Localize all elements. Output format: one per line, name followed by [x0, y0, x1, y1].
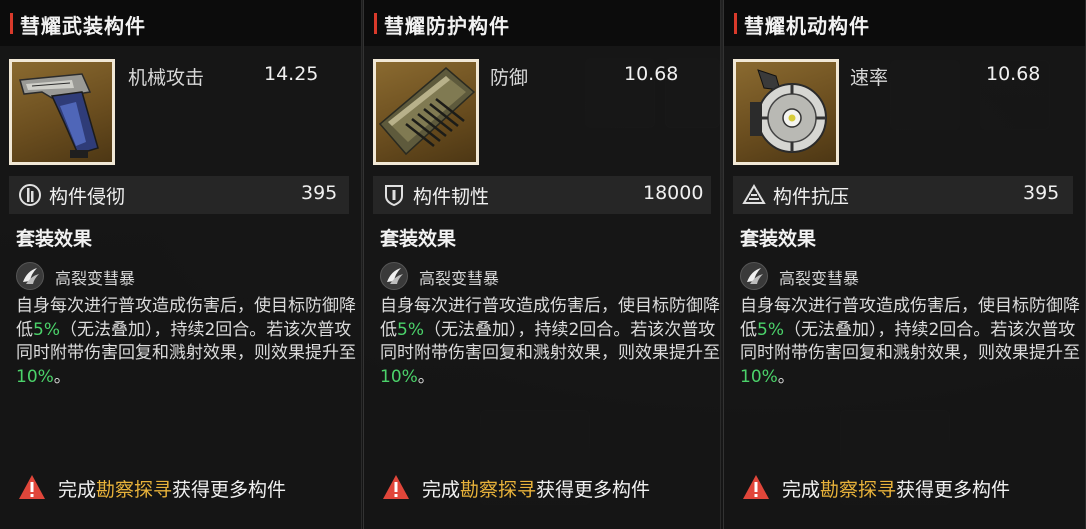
sub-stat-value: 395 [1023, 182, 1060, 204]
sub-stat-row: 构件韧性 18000 [373, 176, 711, 214]
card-header: 彗耀机动构件 [724, 0, 1085, 46]
set-effect-title: 套装效果 [16, 228, 93, 250]
skill-name: 高裂变彗暴 [55, 269, 136, 288]
main-stat-value: 10.68 [624, 63, 679, 85]
sub-stat-value: 395 [301, 182, 338, 204]
skill-burst-icon [740, 262, 768, 290]
item-slot[interactable] [733, 59, 839, 165]
header-accent-bar [374, 13, 377, 34]
pressure-icon [742, 183, 766, 207]
module-card-mobility: 彗耀机动构件 速率 10.68 构件抗压 395 套装效果 高裂变彗暴 自身每次… [723, 0, 1086, 529]
survey-link[interactable]: 勘察探寻 [96, 479, 172, 501]
shield-icon [382, 183, 406, 207]
warning-icon [382, 474, 410, 500]
main-stat-name: 防御 [490, 67, 529, 89]
set-effect-description: 自身每次进行普攻造成伤害后，使目标防御降低5%（无法叠加），持续2回合。若该次普… [380, 296, 720, 387]
armor-module-icon [376, 62, 476, 162]
card-title: 彗耀防护构件 [384, 14, 510, 38]
card-title: 彗耀机动构件 [744, 14, 870, 38]
sub-stat-name: 构件侵彻 [49, 186, 126, 208]
module-card-armor: 彗耀防护构件 防御 10.68 构件韧性 18000 套装效果 高裂变彗暴 自身… [363, 0, 721, 529]
main-stat-value: 14.25 [264, 63, 319, 85]
set-effect-title: 套装效果 [740, 228, 817, 250]
acquire-hint-text: 完成勘察探寻获得更多构件 [782, 479, 1011, 501]
module-card-weapon: 彗耀武装构件 机械攻击 14.25 构件侵彻 395 套装效果 高裂变彗暴 自身… [0, 0, 362, 529]
skill-burst-icon [16, 262, 44, 290]
set-effect-title: 套装效果 [380, 228, 457, 250]
sub-stat-value: 18000 [643, 182, 704, 204]
skill-name: 高裂变彗暴 [419, 269, 500, 288]
main-stat-name: 机械攻击 [128, 67, 205, 89]
card-title: 彗耀武装构件 [20, 14, 146, 38]
header-accent-bar [734, 13, 737, 34]
sub-stat-row: 构件侵彻 395 [9, 176, 349, 214]
set-effect-description: 自身每次进行普攻造成伤害后，使目标防御降低5%（无法叠加），持续2回合。若该次普… [16, 296, 356, 387]
weapon-module-icon [12, 62, 112, 162]
sub-stat-row: 构件抗压 395 [733, 176, 1073, 214]
set-effect-description: 自身每次进行普攻造成伤害后，使目标防御降低5%（无法叠加），持续2回合。若该次普… [740, 296, 1080, 387]
acquire-hint-text: 完成勘察探寻获得更多构件 [422, 479, 651, 501]
survey-link[interactable]: 勘察探寻 [820, 479, 896, 501]
main-stat-value: 10.68 [986, 63, 1041, 85]
header-accent-bar [10, 13, 13, 34]
sub-stat-name: 构件韧性 [413, 186, 490, 208]
warning-icon [18, 474, 46, 500]
skill-burst-icon [380, 262, 408, 290]
pierce-icon [18, 183, 42, 207]
skill-name: 高裂变彗暴 [779, 269, 860, 288]
sub-stat-name: 构件抗压 [773, 186, 850, 208]
item-slot[interactable] [9, 59, 115, 165]
survey-link[interactable]: 勘察探寻 [460, 479, 536, 501]
mobility-module-icon [736, 62, 836, 162]
card-header: 彗耀防护构件 [364, 0, 720, 46]
warning-icon [742, 474, 770, 500]
item-slot[interactable] [373, 59, 479, 165]
card-header: 彗耀武装构件 [0, 0, 361, 46]
acquire-hint-text: 完成勘察探寻获得更多构件 [58, 479, 287, 501]
main-stat-name: 速率 [850, 67, 889, 89]
